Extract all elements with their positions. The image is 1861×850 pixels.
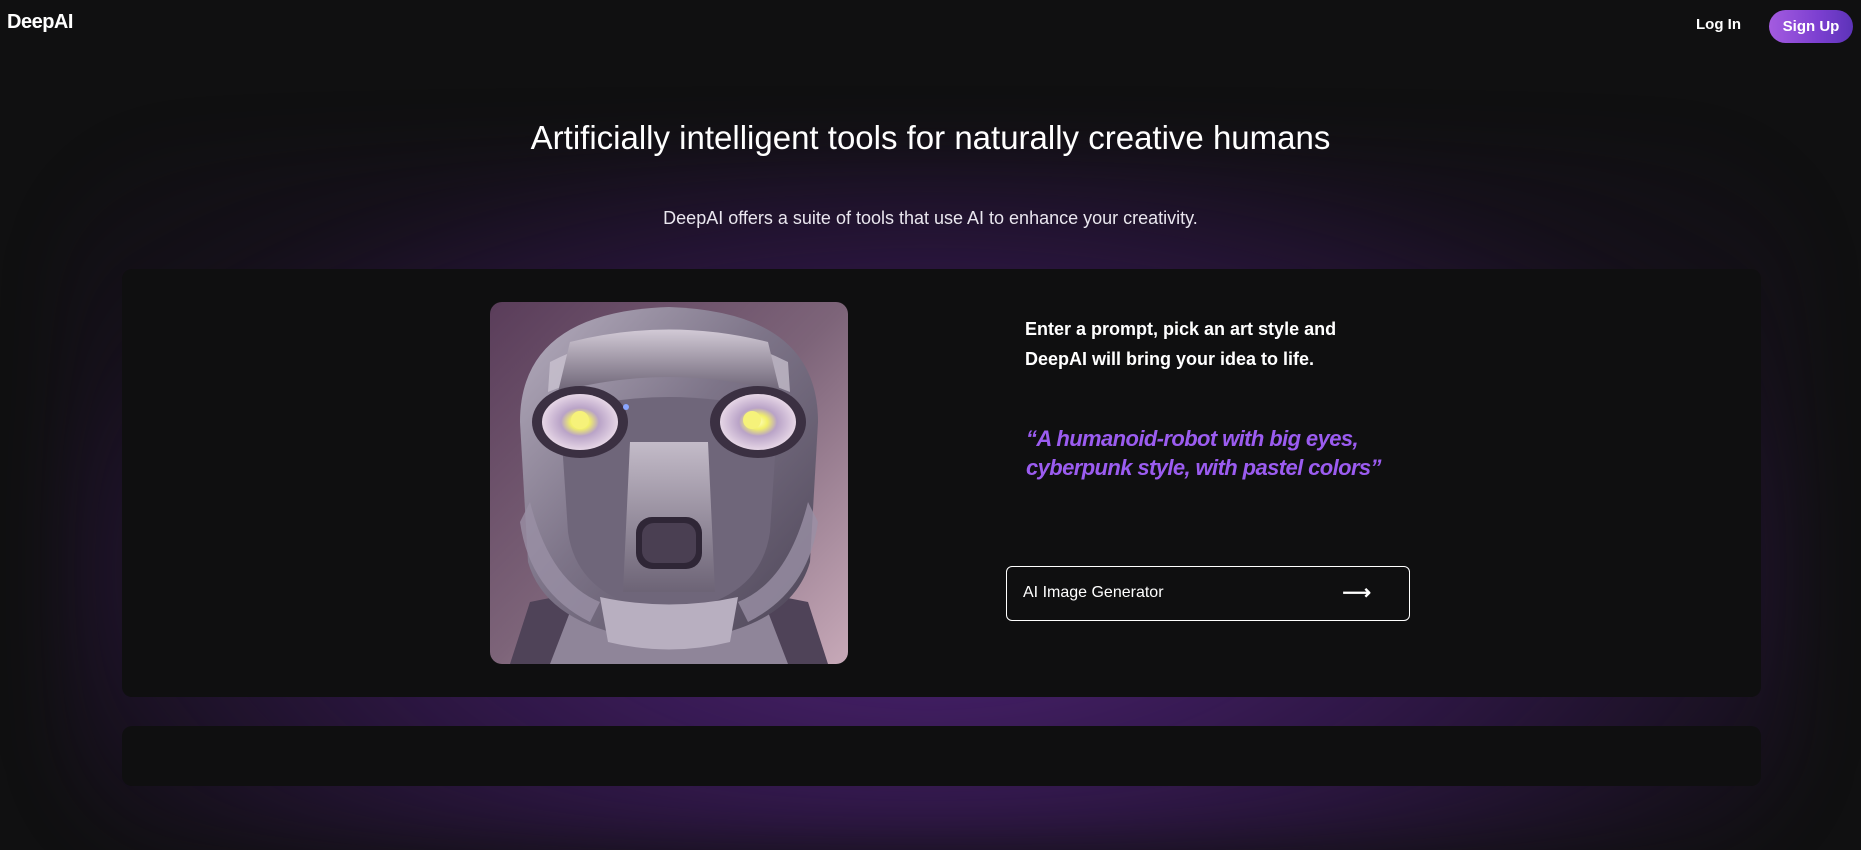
next-feature-card bbox=[122, 726, 1761, 786]
page-subheadline: DeepAI offers a suite of tools that use … bbox=[663, 208, 1198, 228]
deepai-logo[interactable]: DeepAI bbox=[7, 11, 73, 34]
ai-image-generator-button[interactable]: AI Image Generator ⟶ bbox=[1006, 566, 1410, 621]
arrow-right-icon: ⟶ bbox=[1342, 582, 1371, 604]
page-headline: Artificially intelligent tools for natur… bbox=[530, 119, 1331, 156]
log-in-button[interactable]: Log In bbox=[1696, 16, 1741, 33]
robot-example-image bbox=[490, 302, 848, 664]
image-generator-feature-card bbox=[122, 269, 1761, 697]
sign-up-button[interactable]: Sign Up bbox=[1769, 10, 1853, 43]
feature-description: Enter a prompt, pick an art style and De… bbox=[1025, 319, 1337, 369]
example-prompt-quote: “A humanoid-robot with big eyes, cyberpu… bbox=[1026, 426, 1382, 480]
ai-image-generator-label: AI Image Generator bbox=[1023, 584, 1164, 601]
top-navigation: DeepAI Log In Sign Up bbox=[0, 0, 1861, 52]
